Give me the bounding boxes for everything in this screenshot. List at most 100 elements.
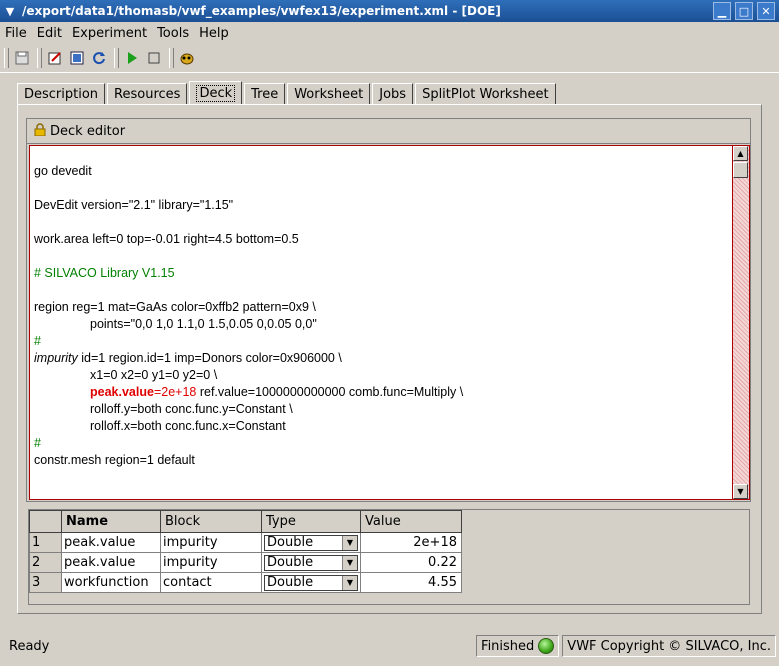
- window-title: /export/data1/thomasb/vwf_examples/vwfex…: [22, 4, 501, 18]
- tab-deck[interactable]: Deck: [189, 81, 243, 105]
- deck-line: rolloff.y=both conc.func.y=Constant \: [90, 402, 293, 416]
- type-dropdown-value: Double: [267, 535, 314, 550]
- cell-value[interactable]: 2e+18: [360, 532, 462, 553]
- title-bar: ▼ /export/data1/thomasb/vwf_examples/vwf…: [0, 0, 779, 22]
- type-dropdown[interactable]: Double ▼: [264, 534, 358, 551]
- chevron-down-icon[interactable]: ▼: [342, 575, 357, 590]
- chevron-down-icon[interactable]: ▼: [342, 535, 357, 550]
- refresh-icon[interactable]: [88, 47, 110, 69]
- deck-line: region reg=1 mat=GaAs color=0xffb2 patte…: [34, 300, 316, 314]
- tab-resources[interactable]: Resources: [107, 83, 188, 105]
- edit-icon[interactable]: [44, 47, 66, 69]
- deck-editor-title: Deck editor: [50, 123, 126, 139]
- parameter-table: Name Block Type Value 1 peak.value impur…: [29, 510, 462, 593]
- checklist-icon[interactable]: [66, 47, 88, 69]
- column-header-name[interactable]: Name: [61, 510, 161, 533]
- window-menu-icon[interactable]: ▼: [0, 1, 20, 21]
- deck-line: impurity id=1 region.id=1 imp=Donors col…: [34, 350, 729, 367]
- toolbar-separator: [169, 48, 174, 68]
- copyright-panel: VWF Copyright © SILVACO, Inc.: [562, 635, 776, 657]
- tab-splitplot-worksheet[interactable]: SplitPlot Worksheet: [415, 83, 556, 105]
- debug-icon[interactable]: [176, 47, 198, 69]
- deck-scrollbar[interactable]: ▲ ▼: [732, 146, 749, 499]
- deck-parameter-value: =2e+18: [153, 385, 197, 399]
- column-header-value[interactable]: Value: [360, 510, 462, 533]
- deck-editor-panel: Deck editor go devedit DevEdit version="…: [26, 118, 751, 502]
- row-number: 3: [29, 572, 62, 593]
- type-dropdown[interactable]: Double ▼: [264, 574, 358, 591]
- minimize-icon[interactable]: ▁: [713, 2, 731, 20]
- type-dropdown[interactable]: Double ▼: [264, 554, 358, 571]
- table-header-row: Name Block Type Value: [29, 510, 462, 533]
- deck-line: go devedit: [34, 164, 92, 178]
- deck-editor-header: Deck editor: [27, 119, 750, 144]
- menu-tools[interactable]: Tools: [152, 26, 194, 41]
- cell-type[interactable]: Double ▼: [261, 552, 361, 573]
- tab-worksheet[interactable]: Worksheet: [287, 83, 371, 105]
- cell-value[interactable]: 0.22: [360, 552, 462, 573]
- tab-strip: Description Resources Deck Tree Workshee…: [17, 81, 558, 105]
- cell-type[interactable]: Double ▼: [261, 532, 361, 553]
- menu-file[interactable]: File: [0, 26, 32, 41]
- cell-block[interactable]: impurity: [160, 552, 262, 573]
- run-icon[interactable]: [121, 47, 143, 69]
- save-icon[interactable]: [11, 47, 33, 69]
- parameter-table-panel: Name Block Type Value 1 peak.value impur…: [28, 509, 750, 605]
- type-dropdown-value: Double: [267, 555, 314, 570]
- deck-comment-line: #: [34, 436, 41, 450]
- stop-icon[interactable]: [143, 47, 165, 69]
- menu-bar: File Edit Experiment Tools Help: [0, 22, 779, 44]
- row-number-header: [29, 510, 62, 533]
- deck-line-text: ref.value=1000000000000 comb.func=Multip…: [196, 385, 464, 399]
- scroll-up-icon[interactable]: ▲: [733, 146, 748, 161]
- lock-icon: [34, 123, 46, 139]
- menu-experiment[interactable]: Experiment: [67, 26, 152, 41]
- tab-description[interactable]: Description: [17, 83, 106, 105]
- column-header-block[interactable]: Block: [160, 510, 262, 533]
- cell-block[interactable]: contact: [160, 572, 262, 593]
- chevron-down-icon[interactable]: ▼: [342, 555, 357, 570]
- cell-type[interactable]: Double ▼: [261, 572, 361, 593]
- deck-line: x1=0 x2=0 y1=0 y2=0 \: [90, 368, 218, 382]
- deck-line: DevEdit version="2.1" library="1.15": [34, 198, 234, 212]
- table-row[interactable]: 3 workfunction contact Double ▼ 4.55: [29, 572, 462, 593]
- cell-name[interactable]: peak.value: [61, 552, 161, 573]
- row-number: 2: [29, 552, 62, 573]
- status-led-icon: [538, 638, 555, 654]
- copyright-text: VWF Copyright © SILVACO, Inc.: [567, 638, 771, 654]
- table-row[interactable]: 2 peak.value impurity Double ▼ 0.22: [29, 552, 462, 573]
- cell-name[interactable]: peak.value: [61, 532, 161, 553]
- maximize-icon[interactable]: □: [735, 2, 753, 20]
- column-header-type[interactable]: Type: [261, 510, 361, 533]
- row-number: 1: [29, 532, 62, 553]
- deck-text: go devedit DevEdit version="2.1" library…: [34, 146, 729, 469]
- menu-edit[interactable]: Edit: [32, 26, 67, 41]
- deck-line: points="0,0 1,0 1.1,0 1.5,0.05 0,0.05 0,…: [90, 317, 317, 331]
- toolbar-grip[interactable]: [4, 48, 9, 68]
- deck-line: peak.value=2e+18 ref.value=1000000000000…: [34, 384, 729, 401]
- type-dropdown-value: Double: [267, 575, 314, 590]
- deck-comment-line: # SILVACO Library V1.15: [34, 266, 175, 280]
- toolbar-separator: [114, 48, 119, 68]
- toolbar: [0, 44, 779, 73]
- status-bar: Ready Finished VWF Copyright © SILVACO, …: [0, 632, 779, 660]
- toolbar-separator: [37, 48, 42, 68]
- scroll-thumb[interactable]: [733, 162, 748, 178]
- cell-value[interactable]: 4.55: [360, 572, 462, 593]
- deck-parameter-name: peak.value: [90, 385, 154, 399]
- scroll-down-icon[interactable]: ▼: [733, 484, 748, 499]
- deck-keyword: impurity: [34, 351, 78, 365]
- menu-help[interactable]: Help: [194, 26, 234, 41]
- cell-name[interactable]: workfunction: [61, 572, 161, 593]
- cell-block[interactable]: impurity: [160, 532, 262, 553]
- deck-line: constr.mesh region=1 default: [34, 453, 195, 467]
- deck-line-text: id=1 region.id=1 imp=Donors color=0x9060…: [77, 351, 342, 365]
- deck-line: rolloff.x=both conc.func.x=Constant: [90, 419, 286, 433]
- deck-text-area[interactable]: go devedit DevEdit version="2.1" library…: [29, 145, 750, 500]
- close-icon[interactable]: ✕: [757, 2, 775, 20]
- table-row[interactable]: 1 peak.value impurity Double ▼ 2e+18: [29, 532, 462, 553]
- deck-line: work.area left=0 top=-0.01 right=4.5 bot…: [34, 232, 299, 246]
- deck-comment-line: #: [34, 334, 41, 348]
- tab-tree[interactable]: Tree: [244, 83, 286, 105]
- tab-jobs[interactable]: Jobs: [372, 83, 414, 105]
